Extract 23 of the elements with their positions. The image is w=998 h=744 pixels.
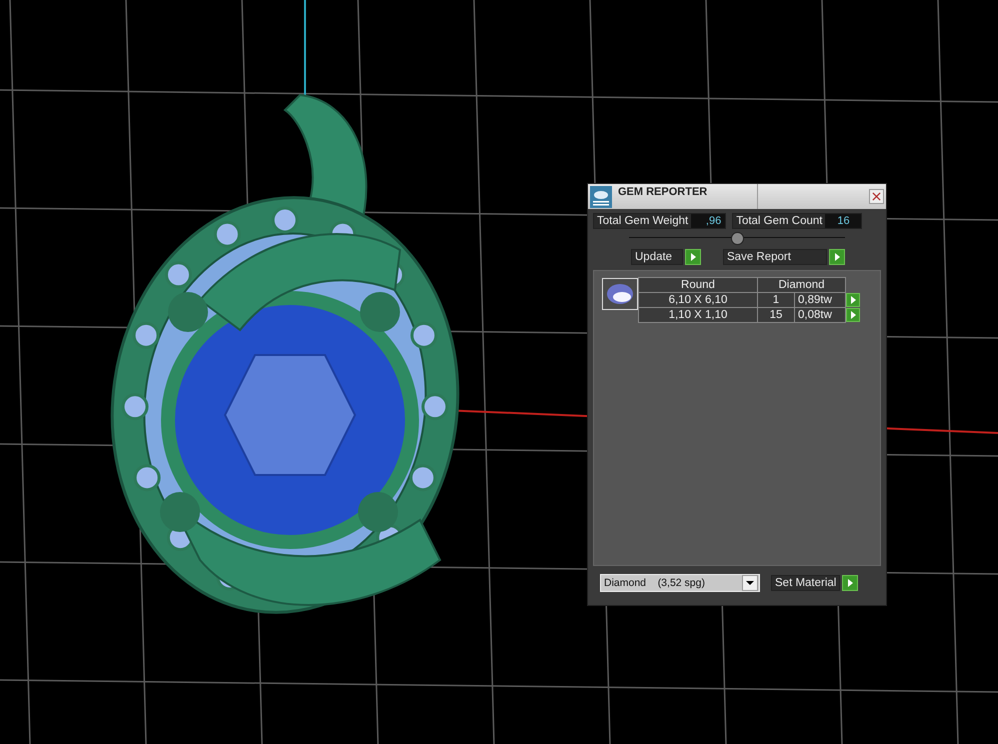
action-button[interactable]: Update [631,249,683,265]
total-value: ,96 [691,214,726,228]
set-material-button[interactable]: Set Material [771,575,840,591]
close-button[interactable] [869,189,884,204]
table-cell: 0,08tw [794,308,846,322]
gem-list-icon [590,186,612,208]
material-dropdown[interactable]: Diamond (3,52 spg) [600,574,760,592]
table-cell: 1 [758,292,794,308]
column-header: Diamond [758,278,846,292]
table-cell: 1,10 X 1,10 [638,308,758,322]
table-cell: 15 [758,308,794,322]
column-header: Round [638,278,758,292]
gem-thumbnail-icon [602,278,638,310]
table-cell: 6,10 X 6,10 [638,292,758,308]
collapse-handle[interactable] [730,232,744,244]
play-button[interactable] [842,575,858,591]
total-label: Total Gem Weight [594,214,692,228]
close-icon [872,192,881,201]
window-title: GEM REPORTER [618,185,708,198]
action-button[interactable]: Save Report [723,249,827,265]
table-cell: 0,89tw [794,292,846,308]
total-value: 16 [825,214,862,228]
total-label: Total Gem Count [733,214,826,228]
